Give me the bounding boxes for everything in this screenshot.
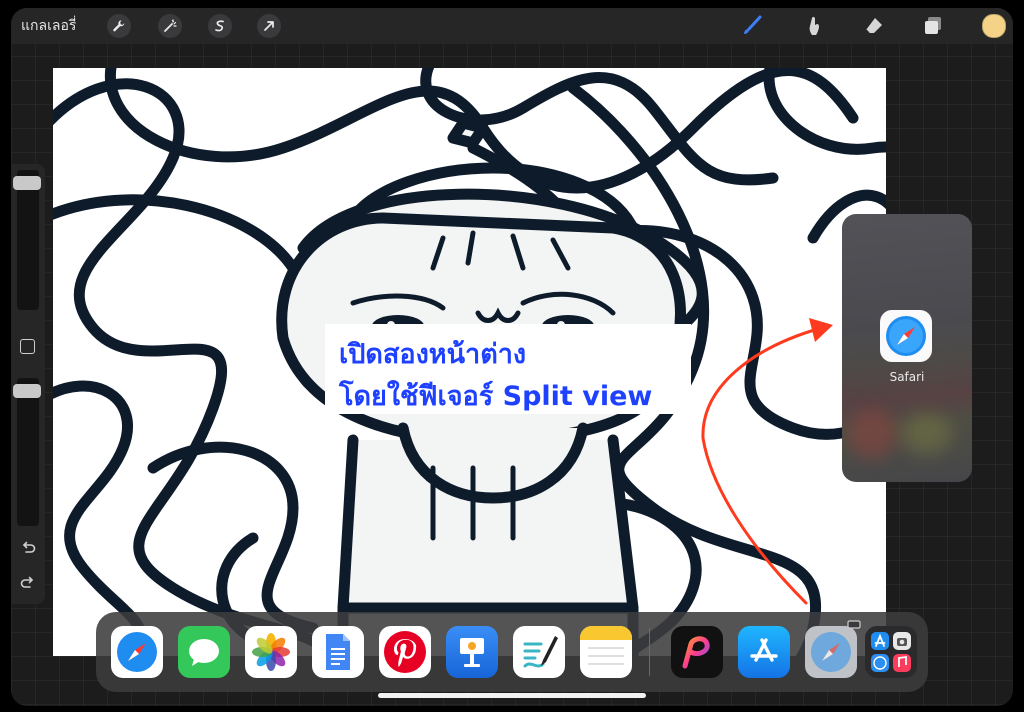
dock-app-keynote[interactable]	[446, 626, 498, 678]
opacity-slider[interactable]	[13, 378, 41, 526]
dock-app-photos[interactable]	[245, 626, 297, 678]
safari-icon	[811, 632, 851, 672]
home-indicator[interactable]	[378, 693, 646, 698]
ipad-screen: แกลเลอรี่ เปิดสองหน้าต่าง โดยใช้ฟีเจอร์ …	[11, 8, 1013, 706]
messages-icon	[189, 639, 219, 666]
brush-tool-button[interactable]	[739, 13, 765, 39]
blur-decoration	[902, 414, 952, 454]
slide-over-safari-app[interactable]	[880, 310, 932, 362]
redo-icon[interactable]	[19, 574, 37, 592]
caption-line-1: เปิดสองหน้าต่าง	[339, 339, 527, 370]
app-store-icon	[750, 638, 778, 662]
transform-button[interactable]	[257, 14, 281, 38]
dock-app-pinterest[interactable]	[379, 626, 431, 678]
smudge-tool-button[interactable]	[801, 13, 827, 39]
notes-icon	[580, 626, 632, 665]
split-view-caption: เปิดสองหน้าต่าง โดยใช้ฟีเจอร์ Split view	[325, 324, 691, 414]
brush-icon	[744, 15, 762, 34]
magic-wand-icon	[164, 19, 177, 32]
gallery-button[interactable]: แกลเลอรี่	[21, 15, 76, 37]
selection-button[interactable]	[208, 14, 232, 38]
layers-button[interactable]	[920, 13, 946, 39]
eraser-icon	[865, 18, 882, 34]
app-library-icon	[871, 632, 911, 672]
brush-size-thumb[interactable]	[13, 176, 41, 190]
procreate-icon	[682, 636, 710, 669]
google-docs-icon	[326, 634, 350, 670]
opacity-thumb[interactable]	[13, 384, 41, 398]
layers-icon	[925, 17, 941, 34]
safari-icon	[117, 632, 157, 672]
undo-icon[interactable]	[19, 539, 37, 557]
dock-divider	[649, 628, 650, 676]
slide-over-badge-icon	[847, 620, 861, 629]
selection-icon	[215, 20, 224, 32]
dock-app-safari[interactable]	[111, 626, 163, 678]
dock-app-app-store[interactable]	[738, 626, 790, 678]
dock-app-google-docs[interactable]	[312, 626, 364, 678]
caption-line-2: โดยใช้ฟีเจอร์ Split view	[339, 381, 653, 412]
pinterest-icon	[384, 631, 426, 673]
top-toolbar: แกลเลอรี่	[11, 8, 1013, 44]
adjustments-button[interactable]	[158, 14, 182, 38]
color-picker-button[interactable]	[982, 14, 1006, 38]
dock-app-messages[interactable]	[178, 626, 230, 678]
dock	[96, 612, 928, 692]
actions-button[interactable]	[107, 14, 131, 38]
left-sidebar	[11, 164, 45, 604]
keynote-podium-icon	[460, 638, 484, 667]
modify-button[interactable]	[20, 339, 35, 354]
blur-decoration	[847, 409, 897, 459]
smudge-icon	[809, 16, 819, 35]
safari-compass-icon	[886, 316, 926, 356]
wrench-icon	[113, 20, 125, 32]
brush-size-slider[interactable]	[13, 170, 41, 310]
dock-app-safari-dragging[interactable]	[805, 626, 857, 678]
slide-over-app-label: Safari	[889, 370, 925, 384]
dock-app-library[interactable]	[865, 626, 917, 678]
dock-app-notability[interactable]	[513, 626, 565, 678]
dock-app-notes[interactable]	[580, 626, 632, 678]
drag-arrow-annotation	[701, 318, 833, 605]
transform-arrow-icon	[264, 21, 274, 31]
photos-flower-icon	[252, 633, 290, 671]
dock-app-procreate[interactable]	[671, 626, 723, 678]
slide-over-panel[interactable]: Safari	[842, 214, 972, 482]
notability-pencil-icon	[523, 636, 558, 668]
eraser-tool-button[interactable]	[861, 13, 887, 39]
